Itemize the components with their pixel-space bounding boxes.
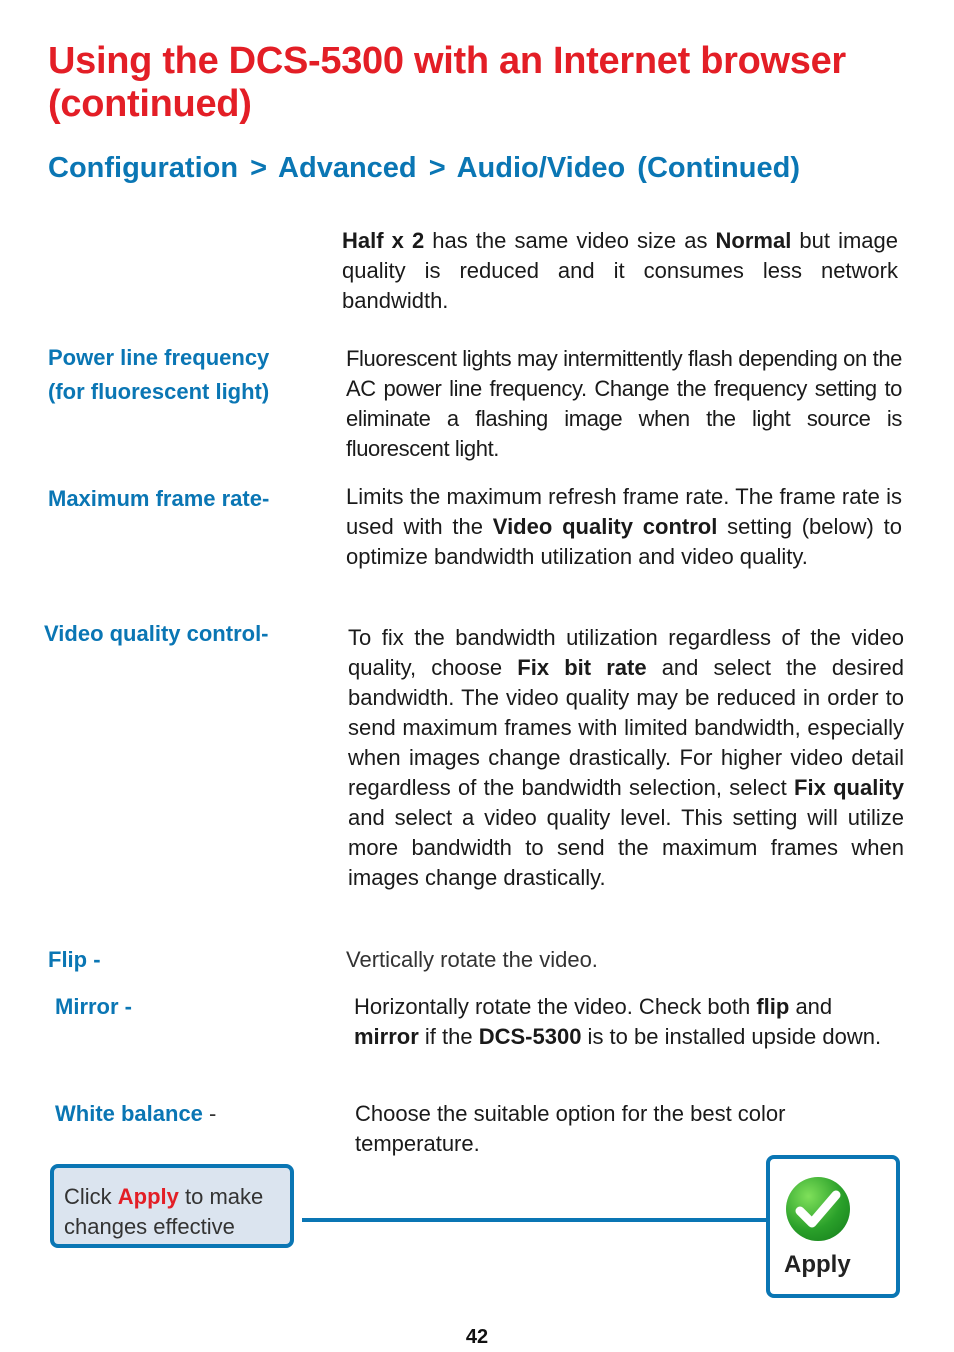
framerate-bold-1: Video quality control <box>492 514 718 539</box>
mirror-description: Horizontally rotate the video. Check bot… <box>354 992 899 1052</box>
mirror-bold-2: mirror <box>354 1024 419 1049</box>
callout-text-1: Click <box>64 1184 118 1209</box>
power-line-label-line2: (for fluorescent light) <box>48 379 270 404</box>
apply-callout: Click Apply to make changes effective <box>50 1164 294 1248</box>
quality-bold-2: Fix quality <box>794 775 904 800</box>
white-balance-dash: - <box>202 1101 217 1126</box>
quality-bold-1: Fix bit rate <box>517 655 647 680</box>
mirror-text-4: is to be installed upside down. <box>581 1024 882 1049</box>
white-balance-label-text: White balance <box>55 1101 203 1126</box>
intro-bold-1: Half x 2 <box>342 228 425 253</box>
quality-text-3: and select a video quality level. This s… <box>348 805 904 890</box>
power-line-label-line1: Power line frequency <box>48 345 270 370</box>
mirror-bold-1: flip <box>756 994 790 1019</box>
mirror-text-2: and <box>789 994 833 1019</box>
callout-accent: Apply <box>117 1184 179 1209</box>
intro-paragraph: Half x 2 has the same video size as Norm… <box>342 226 898 316</box>
callout-connector-line <box>302 1218 768 1222</box>
mirror-text-1: Horizontally rotate the video. Check bot… <box>354 994 757 1019</box>
flip-description: Vertically rotate the video. <box>346 947 598 972</box>
flip-label: Flip - <box>48 947 101 972</box>
apply-button-label: Apply <box>784 1251 851 1278</box>
intro-text-1: has the same video size as <box>424 228 716 253</box>
max-frame-rate-label: Maximum frame rate- <box>48 486 270 511</box>
power-line-description: Fluorescent lights may intermittently fl… <box>346 346 902 461</box>
check-icon <box>786 1177 850 1241</box>
mirror-text-3: if the <box>418 1024 479 1049</box>
intro-bold-2: Normal <box>715 228 792 253</box>
mirror-label: Mirror - <box>55 994 132 1019</box>
page-number: 42 <box>465 1326 489 1348</box>
video-quality-label: Video quality control- <box>44 621 269 646</box>
section-breadcrumb: Configuration > Advanced > Audio/Video (… <box>48 152 800 184</box>
apply-button[interactable]: Apply <box>766 1155 900 1298</box>
max-frame-rate-description: Limits the maximum refresh frame rate. T… <box>346 482 902 572</box>
power-line-label: Power line frequency (for fluorescent lig… <box>48 341 269 409</box>
video-quality-description: To fix the bandwidth utilization regardl… <box>348 623 904 893</box>
white-balance-description: Choose the suitable option for the best … <box>355 1101 786 1156</box>
mirror-bold-3: DCS-5300 <box>478 1024 582 1049</box>
white-balance-label: White balance - <box>55 1097 216 1131</box>
page-title: Using the DCS-5300 with an Internet brow… <box>48 40 846 125</box>
